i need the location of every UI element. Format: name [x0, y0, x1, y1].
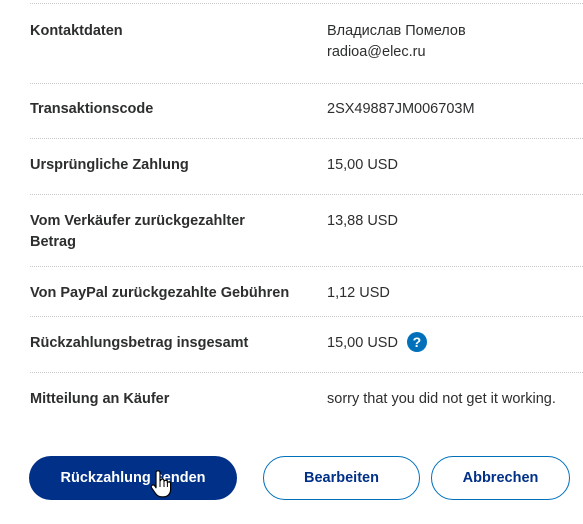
original-payment-value: 15,00 USD — [327, 157, 398, 173]
seller-refunded-label-line1: Vom Verkäufer zurückgezahlter — [30, 213, 245, 229]
original-payment-label: Ursprüngliche Zahlung — [30, 157, 189, 173]
row-divider — [30, 194, 583, 195]
buyer-message-label: Mitteilung an Käufer — [30, 391, 170, 407]
contact-name-value: Владислав Помелов — [327, 23, 466, 39]
row-divider — [30, 3, 583, 4]
buyer-message-value: sorry that you did not get it working. — [327, 391, 556, 407]
contact-details-label: Kontaktdaten — [30, 23, 123, 39]
total-refund-label: Rückzahlungsbetrag insgesamt — [30, 335, 249, 351]
total-refund-value: 15,00 USD — [327, 335, 398, 351]
seller-refunded-value: 13,88 USD — [327, 213, 398, 229]
question-circle-icon[interactable]: ? — [406, 332, 427, 353]
row-divider — [30, 372, 583, 373]
send-refund-button[interactable]: Rückzahlung senden — [29, 456, 237, 500]
transaction-code-label: Transaktionscode — [30, 101, 154, 117]
total-refund-value-wrap: 15,00 USD? — [327, 332, 427, 354]
edit-button[interactable]: Bearbeiten — [263, 456, 420, 500]
transaction-code-value: 2SX49887JM006703M — [327, 101, 475, 117]
row-divider — [30, 138, 583, 139]
paypal-fees-label: Von PayPal zurückgezahlte Gebühren — [30, 285, 290, 301]
hand-pointer-cursor-icon — [150, 470, 172, 498]
seller-refunded-label-line2: Betrag — [30, 234, 76, 250]
cancel-button[interactable]: Abbrechen — [431, 456, 570, 500]
row-divider — [30, 266, 583, 267]
contact-email-value: radioa@elec.ru — [327, 44, 426, 60]
refund-confirmation-page: Kontaktdaten Владислав Помелов radioa@el… — [0, 0, 583, 524]
paypal-fees-value: 1,12 USD — [327, 285, 390, 301]
row-divider — [30, 83, 583, 84]
row-divider — [30, 316, 583, 317]
